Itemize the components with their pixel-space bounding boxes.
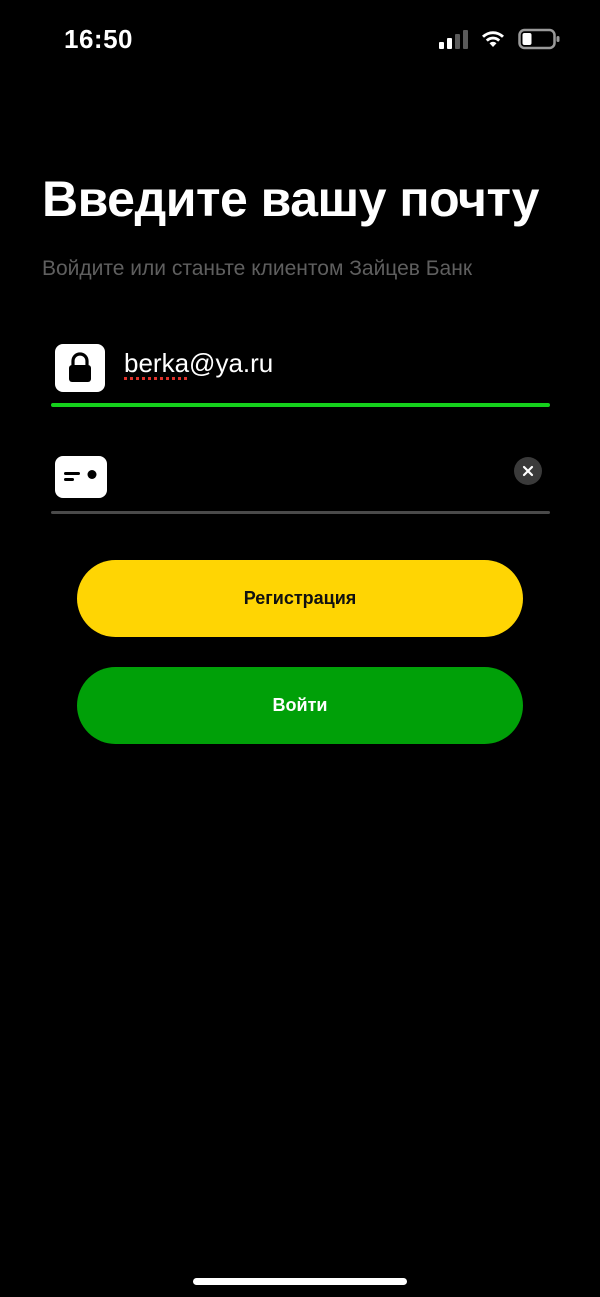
home-indicator[interactable]: [193, 1278, 407, 1285]
email-field[interactable]: berka@ya.ru: [51, 340, 550, 407]
email-field-underline: [51, 403, 550, 407]
register-button[interactable]: Регистрация: [77, 560, 523, 637]
card-icon: [55, 456, 107, 498]
battery-icon: [518, 28, 560, 50]
page-subtitle: Войдите или станьте клиентом Зайцев Банк: [42, 257, 473, 280]
email-misspelled-part: berka: [124, 348, 190, 378]
card-field[interactable]: [51, 450, 550, 514]
email-field-value: berka@ya.ru: [124, 348, 273, 379]
status-icons: [439, 28, 560, 50]
login-button[interactable]: Войти: [77, 667, 523, 744]
status-time: 16:50: [64, 24, 133, 54]
card-field-underline: [51, 511, 550, 514]
email-domain-part: @ya.ru: [189, 348, 274, 378]
clear-icon[interactable]: [514, 457, 542, 485]
wifi-icon: [482, 31, 504, 47]
page-title: Введите вашу почту: [42, 171, 539, 227]
status-bar: 16:50: [0, 0, 600, 80]
lock-icon: [55, 344, 105, 392]
cellular-signal-icon: [439, 29, 468, 49]
